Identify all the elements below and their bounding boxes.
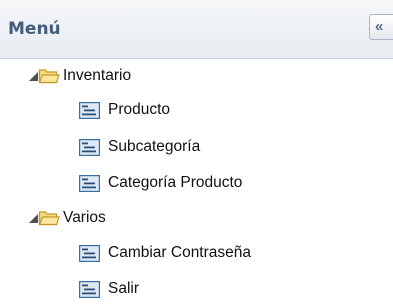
panel-title: Menú [8, 19, 61, 39]
tree-item-label: Producto [108, 101, 171, 118]
collapse-panel-button[interactable]: « [369, 14, 393, 40]
form-icon [79, 281, 100, 298]
form-icon [79, 139, 100, 156]
tree-item-subcategoria[interactable]: Subcategoría [0, 137, 393, 163]
form-icon [79, 245, 100, 262]
tree-item-salir[interactable]: Salir [0, 279, 393, 305]
tree-item-label: Cambiar Contraseña [108, 244, 252, 261]
tree-item-label: Categoría Producto [108, 174, 243, 191]
tree-item-label: Salir [108, 280, 140, 297]
tree-node-label: Varios [63, 209, 106, 226]
expand-triangle-icon[interactable] [29, 72, 38, 81]
form-icon [79, 102, 100, 119]
menu-panel-header: Menú « [0, 0, 393, 59]
tree-item-cambiar-contrasena[interactable]: Cambiar Contraseña [0, 243, 393, 269]
expand-triangle-icon[interactable] [29, 214, 38, 223]
form-icon [79, 175, 100, 192]
tree-node-label: Inventario [63, 67, 132, 84]
tree-node-varios[interactable]: Varios [0, 208, 393, 234]
tree-node-inventario[interactable]: Inventario [0, 66, 393, 92]
tree-item-categoria-producto[interactable]: Categoría Producto [0, 173, 393, 199]
tree-item-producto[interactable]: Producto [0, 100, 393, 126]
folder-open-icon [38, 211, 60, 226]
tree-item-label: Subcategoría [108, 138, 201, 155]
folder-open-icon [38, 69, 60, 84]
double-chevron-left-icon: « [375, 18, 384, 35]
